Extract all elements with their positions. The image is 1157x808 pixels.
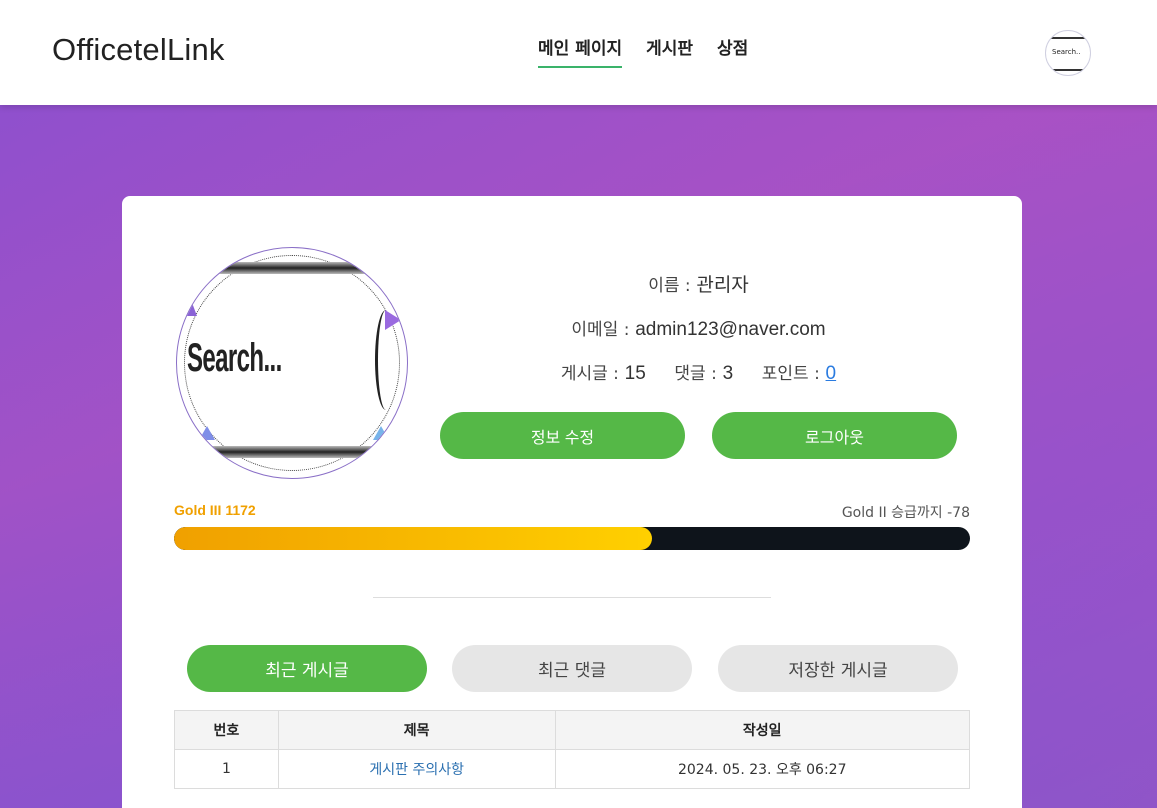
edit-profile-button[interactable]: 정보 수정 <box>440 412 685 459</box>
corner-triangle-icon <box>185 300 197 316</box>
nav-shop[interactable]: 상점 <box>717 34 748 67</box>
tab-recent-posts[interactable]: 최근 게시글 <box>187 645 427 692</box>
name-row: 이름 : 관리자 <box>440 270 957 297</box>
avatar-image-text: Search.. <box>1052 48 1081 56</box>
brand-logo[interactable]: OfficetelLink <box>52 32 225 68</box>
tab-saved-posts[interactable]: 저장한 게시글 <box>718 645 958 692</box>
comments-value: 3 <box>722 363 734 384</box>
post-title-link[interactable]: 게시판 주의사항 <box>369 762 464 778</box>
name-label: 이름 : <box>648 276 691 296</box>
section-divider <box>373 597 771 598</box>
profile-avatar: Search... <box>176 247 408 479</box>
table-header-row: 번호 제목 작성일 <box>174 710 970 750</box>
column-header-number: 번호 <box>174 710 279 750</box>
corner-triangle-icon <box>199 426 215 440</box>
top-navbar: OfficetelLink 메인 페이지 게시판 상점 Search.. <box>0 0 1157 105</box>
cell-number: 1 <box>174 749 279 789</box>
nav-main-page[interactable]: 메인 페이지 <box>538 34 623 68</box>
comments-label: 댓글 : <box>674 364 717 384</box>
posts-table: 번호 제목 작성일 1 게시판 주의사항 2024. 05. 23. 오후 06… <box>174 710 970 789</box>
column-header-title: 제목 <box>277 710 556 750</box>
posts-label: 게시글 : <box>560 364 619 384</box>
corner-triangle-icon <box>385 310 401 330</box>
profile-card: Search... 이름 : 관리자 이메일 : admin123@naver.… <box>122 196 1022 808</box>
posts-value: 15 <box>624 363 646 384</box>
tier-current: Gold III 1172 <box>174 502 256 518</box>
tier-progress-fill <box>174 527 652 550</box>
points-link[interactable]: 0 <box>826 363 837 384</box>
cell-title: 게시판 주의사항 <box>277 749 556 789</box>
tier-progress-bar <box>174 527 970 550</box>
logout-button[interactable]: 로그아웃 <box>712 412 957 459</box>
main-nav: 메인 페이지 게시판 상점 <box>538 34 748 68</box>
avatar-image-text: Search... <box>187 336 282 380</box>
header-avatar[interactable]: Search.. <box>1045 30 1091 76</box>
tier-next: Gold II 승급까지 -78 <box>841 505 970 521</box>
cell-date: 2024. 05. 23. 오후 06:27 <box>554 749 970 789</box>
avatar-image-bar-bottom <box>207 446 377 458</box>
name-value: 관리자 <box>696 275 749 296</box>
tab-recent-comments[interactable]: 최근 댓글 <box>452 645 692 692</box>
nav-board[interactable]: 게시판 <box>646 34 693 67</box>
column-header-date: 작성일 <box>554 710 970 750</box>
email-value: admin123@naver.com <box>635 319 826 340</box>
email-label: 이메일 : <box>571 320 630 340</box>
email-row: 이메일 : admin123@naver.com <box>440 315 957 341</box>
stats-row: 게시글 : 15 댓글 : 3 포인트 : 0 <box>440 359 957 385</box>
avatar-image-bar-top <box>207 262 377 274</box>
points-label: 포인트 : <box>761 364 820 384</box>
table-row: 1 게시판 주의사항 2024. 05. 23. 오후 06:27 <box>174 749 970 789</box>
corner-triangle-icon <box>373 426 389 440</box>
